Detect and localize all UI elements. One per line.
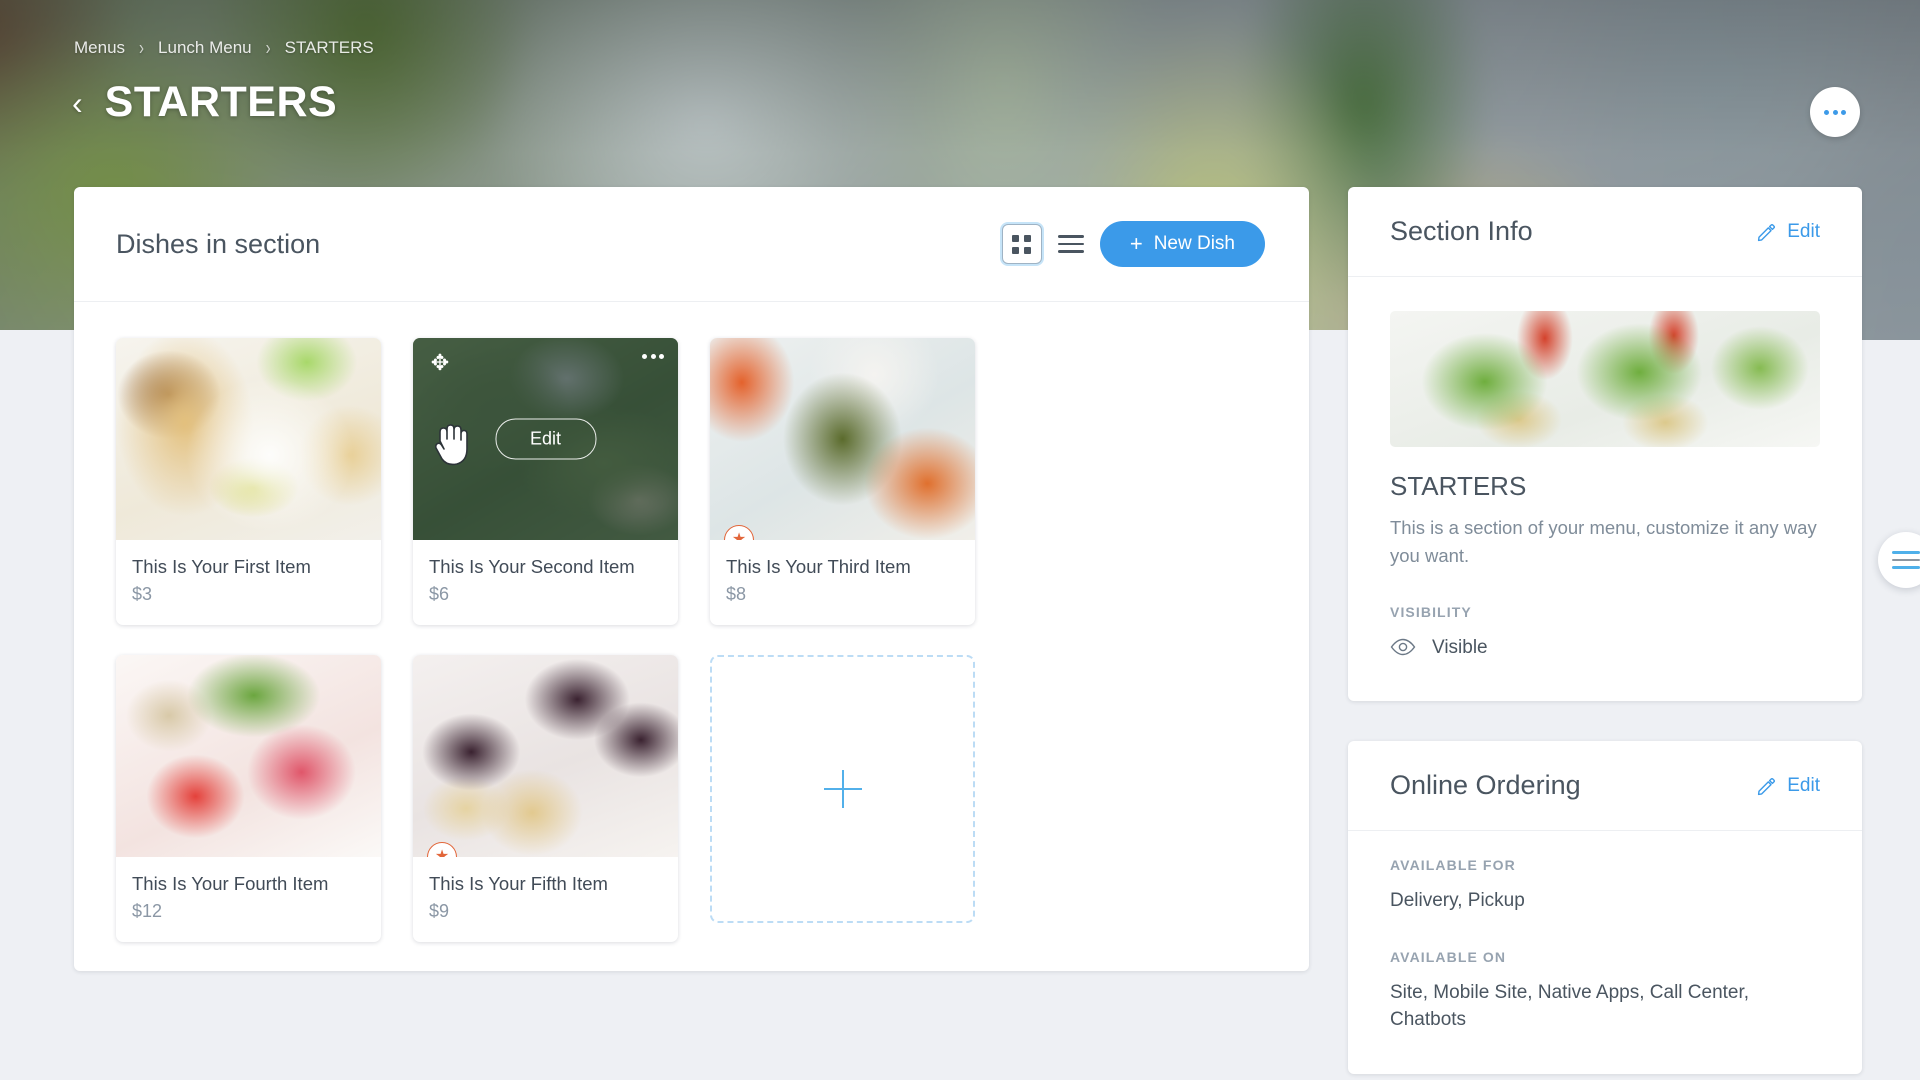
dish-price: $8 [726, 584, 747, 605]
dish-price: $9 [429, 901, 450, 922]
plus-icon [823, 770, 862, 809]
dish-meta: This Is Your Second Item $6 [413, 540, 678, 625]
available-for-label: AVAILABLE FOR [1390, 857, 1516, 874]
dish-image: ★ [710, 338, 975, 540]
section-info-title: Section Info [1390, 216, 1533, 246]
breadcrumb-item-menus[interactable]: Menus [74, 38, 125, 58]
back-chevron-icon[interactable]: ‹ [68, 87, 87, 119]
available-for-value: Delivery, Pickup [1390, 890, 1525, 912]
page-title: STARTERS [104, 78, 338, 126]
sidebar: Section Info Edit STARTERS This is a sec… [1348, 187, 1862, 1080]
visibility-value: Visible [1432, 636, 1488, 658]
dish-edit-button[interactable]: Edit [494, 418, 597, 460]
more-dot-icon [1832, 109, 1838, 115]
online-ordering-card: Online Ordering Edit AVAILABLE FOR Deliv… [1348, 741, 1862, 1074]
online-ordering-edit-label: Edit [1787, 774, 1820, 796]
available-on-label: AVAILABLE ON [1390, 948, 1507, 965]
dishes-panel-title: Dishes in section [116, 228, 321, 259]
dish-card[interactable]: This Is Your Fourth Item $12 [116, 655, 381, 943]
dish-meta: This Is Your Third Item $8 [710, 540, 975, 625]
dish-card[interactable]: This Is Your First Item $3 [116, 338, 381, 626]
dish-card[interactable]: ✥ Edit This Is Your Second Item $6 [413, 338, 678, 626]
drag-handle-icon[interactable]: ✥ [427, 350, 453, 376]
more-dot-icon [1841, 109, 1846, 115]
pencil-icon [1758, 777, 1776, 795]
dish-price: $12 [132, 901, 163, 922]
dish-name: This Is Your Fifth Item [429, 873, 608, 895]
dishes-panel: Dishes in section + New Dish This Is You… [74, 187, 1309, 971]
dish-price: $3 [132, 584, 153, 605]
dish-name: This Is Your Second Item [429, 556, 635, 577]
breadcrumb-item-lunch-menu[interactable]: Lunch Menu [158, 38, 252, 58]
dish-image [116, 338, 381, 540]
dish-meta: This Is Your Fifth Item $9 [413, 857, 678, 942]
visibility-label: VISIBILITY [1390, 603, 1472, 620]
dish-meta: This Is Your First Item $3 [116, 540, 381, 625]
dish-card-hover-overlay: ✥ Edit [413, 338, 678, 540]
dish-card[interactable]: ★ This Is Your Fifth Item $9 [413, 655, 678, 943]
visibility-row: Visible [1390, 634, 1820, 662]
pointer-hand-cursor-icon [435, 424, 468, 466]
dish-card[interactable]: ★ This Is Your Third Item $8 [710, 338, 975, 626]
menu-line-icon [1892, 566, 1920, 569]
breadcrumb: Menus › Lunch Menu › STARTERS [74, 36, 374, 60]
more-dot-icon [659, 354, 664, 359]
section-info-header: Section Info Edit [1348, 187, 1862, 277]
dish-image: ✥ Edit [413, 338, 678, 540]
online-ordering-header: Online Ordering Edit [1348, 741, 1862, 832]
dish-more-options-button[interactable] [642, 354, 664, 359]
more-dot-icon [642, 354, 647, 359]
dish-image [116, 655, 381, 858]
section-description: This is a section of your menu, customiz… [1390, 517, 1817, 566]
section-image [1390, 311, 1820, 447]
breadcrumb-item-starters[interactable]: STARTERS [285, 38, 374, 58]
dish-name: This Is Your First Item [132, 556, 311, 577]
page-title-row: ‹ STARTERS [68, 78, 337, 127]
section-info-card: Section Info Edit STARTERS This is a sec… [1348, 187, 1862, 702]
dishes-panel-header: Dishes in section + New Dish [74, 187, 1309, 302]
section-name: STARTERS [1390, 471, 1527, 501]
breadcrumb-separator-icon: › [265, 36, 271, 60]
eye-icon [1390, 639, 1416, 656]
section-info-body: STARTERS This is a section of your menu,… [1348, 277, 1862, 701]
pencil-icon [1758, 223, 1776, 241]
grid-view-icon[interactable] [1001, 224, 1042, 264]
menu-line-icon [1892, 551, 1920, 554]
hero-more-options-button[interactable] [1810, 87, 1860, 137]
dish-image: ★ [413, 655, 678, 858]
add-dish-tile[interactable] [710, 655, 975, 924]
dish-name: This Is Your Third Item [726, 556, 911, 577]
dish-price: $6 [429, 584, 450, 605]
more-dot-icon [650, 354, 656, 359]
page-root: Menus › Lunch Menu › STARTERS ‹ STARTERS… [0, 0, 1920, 1080]
dish-name: This Is Your Fourth Item [132, 873, 329, 895]
menu-line-icon [1892, 558, 1920, 562]
online-ordering-edit-button[interactable]: Edit [1756, 775, 1820, 797]
online-ordering-body: AVAILABLE FOR Delivery, Pickup AVAILABLE… [1348, 831, 1862, 1074]
breadcrumb-separator-icon: › [139, 36, 145, 60]
section-info-edit-button[interactable]: Edit [1756, 221, 1820, 243]
online-ordering-title: Online Ordering [1390, 770, 1581, 801]
dish-meta: This Is Your Fourth Item $12 [116, 857, 381, 942]
dishes-panel-toolbar: + New Dish [1001, 221, 1265, 267]
available-on-value: Site, Mobile Site, Native Apps, Call Cen… [1390, 981, 1750, 1031]
new-dish-button[interactable]: + New Dish [1099, 221, 1265, 267]
section-info-edit-label: Edit [1787, 220, 1820, 242]
dish-grid: This Is Your First Item $3 ✥ Edit This I… [74, 302, 1309, 982]
plus-icon: + [1129, 231, 1143, 256]
list-view-icon[interactable] [1056, 229, 1086, 259]
new-dish-label: New Dish [1153, 233, 1235, 254]
more-dot-icon [1824, 109, 1829, 115]
